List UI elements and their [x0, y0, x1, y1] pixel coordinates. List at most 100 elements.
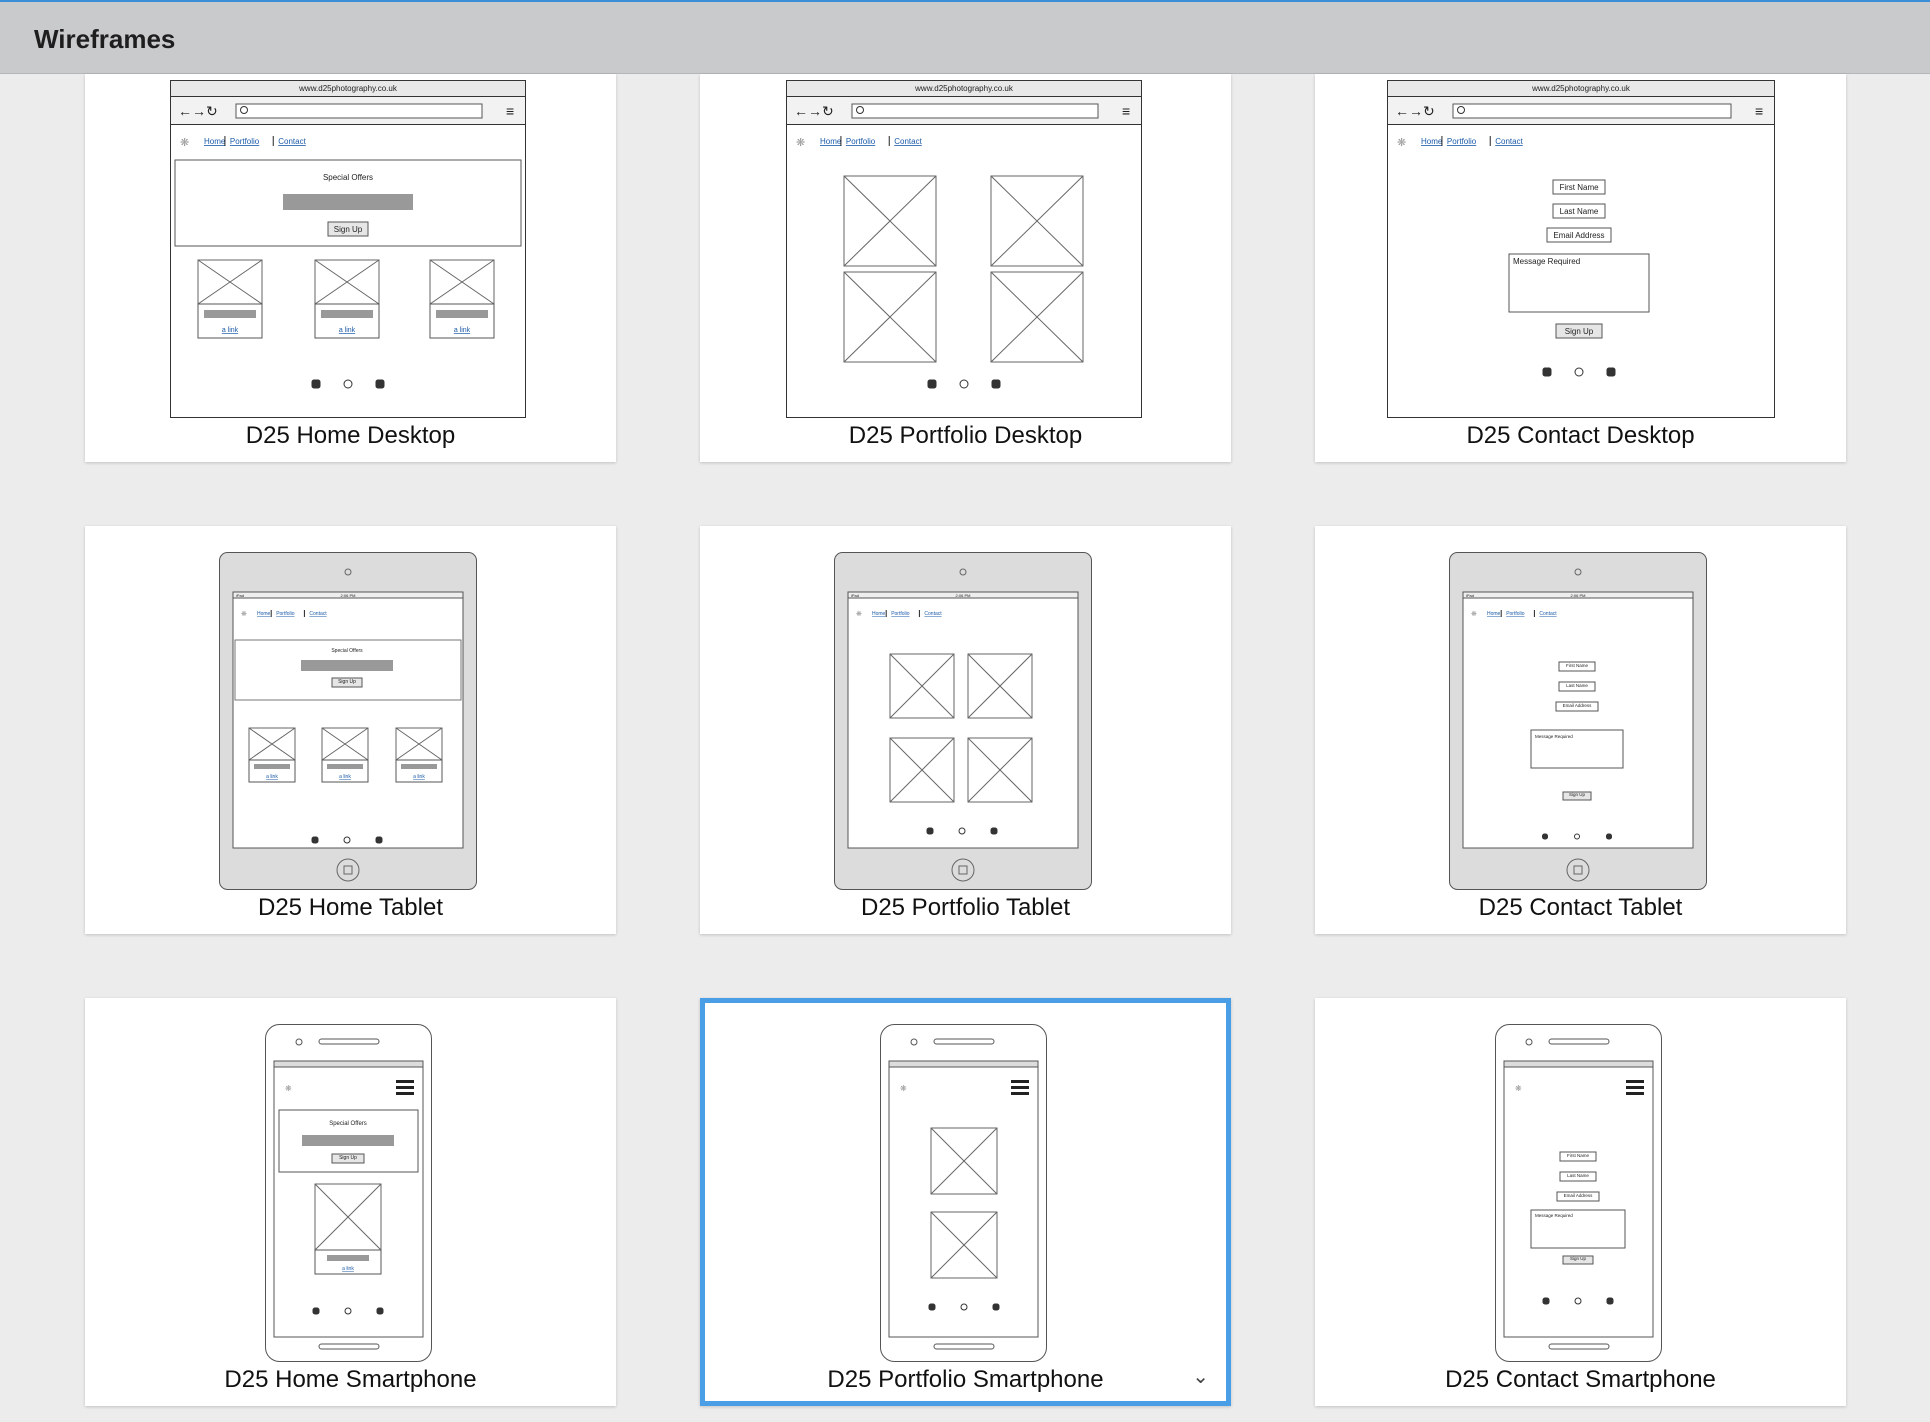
wireframe-card-portfolio-smartphone[interactable]: ❋ D25 Portfolio Smartphone ⌄	[700, 998, 1231, 1406]
svg-text:Contact: Contact	[309, 611, 327, 617]
svg-text:Home: Home	[257, 611, 271, 617]
svg-text:Sign Up: Sign Up	[334, 225, 363, 234]
wireframe-card-label: D25 Home Tablet	[258, 894, 443, 921]
svg-text:www.d25photography.co.uk: www.d25photography.co.uk	[1531, 84, 1631, 93]
wireframe-thumbnail: ❋ First Name Last Name Email Address Messag…	[1495, 1024, 1662, 1362]
svg-text:≡: ≡	[1755, 103, 1763, 119]
svg-text:Sign Up: Sign Up	[338, 679, 356, 685]
wireframe-card-label: D25 Contact Tablet	[1478, 894, 1683, 921]
svg-text:Email Address: Email Address	[1553, 231, 1604, 240]
svg-text:Contact: Contact	[278, 137, 306, 146]
svg-text:Sign Up: Sign Up	[1570, 1256, 1587, 1261]
panel-header: Wireframes	[0, 2, 1930, 74]
svg-text:Portfolio: Portfolio	[276, 611, 295, 617]
svg-text:Contact: Contact	[1495, 137, 1523, 146]
svg-text:←→↻: ←→↻	[178, 103, 218, 119]
wireframe-thumbnail: iPad 2:06 PM ❋ Home Portfolio Contact Spec…	[219, 552, 477, 890]
wireframe-card-label: D25 Home Desktop	[245, 422, 456, 449]
svg-text:Contact: Contact	[1539, 611, 1557, 617]
wireframe-card-home-tablet[interactable]: iPad 2:06 PM ❋ Home Portfolio Contact Spec…	[85, 526, 616, 934]
wireframe-card-label: D25 Portfolio Tablet	[860, 894, 1070, 921]
svg-text:a link: a link	[339, 327, 356, 334]
svg-text:First Name: First Name	[1567, 1153, 1589, 1158]
svg-text:❋: ❋	[856, 610, 862, 618]
wireframe-card-home-smartphone[interactable]: ❋ Special Offers Sign Up a link D25 Home …	[85, 998, 616, 1406]
svg-text:iPad: iPad	[851, 593, 859, 598]
svg-text:❋: ❋	[900, 1084, 907, 1093]
svg-text:Last Name: Last Name	[1567, 1173, 1589, 1178]
svg-text:a link: a link	[413, 774, 425, 780]
svg-text:Last Name: Last Name	[1560, 207, 1599, 216]
svg-text:First Name: First Name	[1566, 663, 1588, 668]
svg-text:Message Required: Message Required	[1535, 1213, 1573, 1218]
wireframe-card-contact-smartphone[interactable]: ❋ First Name Last Name Email Address Messag…	[1315, 998, 1846, 1406]
svg-text:Message Required: Message Required	[1513, 257, 1580, 266]
svg-text:Home: Home	[820, 137, 842, 146]
wireframe-card-label: D25 Contact Smartphone	[1445, 1366, 1716, 1393]
wireframe-card-label: D25 Portfolio Smartphone	[827, 1366, 1104, 1393]
svg-text:Home: Home	[872, 611, 886, 617]
svg-text:Portfolio: Portfolio	[1506, 611, 1525, 617]
svg-text:a link: a link	[266, 774, 278, 780]
svg-text:www.d25photography.co.uk: www.d25photography.co.uk	[298, 84, 398, 93]
wireframe-thumbnail: iPad 2:06 PM ❋ Home Portfolio Contact	[834, 552, 1092, 890]
wireframe-card-home-desktop[interactable]: www.d25photography.co.uk ←→↻ ≡ ❋ Home Por…	[85, 74, 616, 462]
wireframe-card-portfolio-desktop[interactable]: www.d25photography.co.uk ←→↻ ≡ ❋ Home Por…	[700, 74, 1231, 462]
svg-text:Sign Up: Sign Up	[1569, 792, 1586, 797]
svg-text:Portfolio: Portfolio	[230, 137, 260, 146]
svg-text:Contact: Contact	[924, 611, 942, 617]
svg-text:2:06 PM: 2:06 PM	[1571, 593, 1586, 598]
svg-text:Email Address: Email Address	[1564, 1193, 1594, 1198]
svg-text:❋: ❋	[1397, 137, 1406, 149]
svg-text:❋: ❋	[1515, 1084, 1522, 1093]
svg-text:a link: a link	[222, 327, 239, 334]
svg-text:❋: ❋	[241, 610, 247, 618]
svg-text:≡: ≡	[1122, 103, 1130, 119]
svg-text:Portfolio: Portfolio	[891, 611, 910, 617]
wireframe-card-contact-tablet[interactable]: iPad 2:06 PM ❋ Home Portfolio Contact Firs…	[1315, 526, 1846, 934]
svg-text:Email Address: Email Address	[1563, 703, 1593, 708]
svg-text:Message Required: Message Required	[1535, 734, 1573, 739]
svg-text:a link: a link	[339, 774, 351, 780]
svg-text:a link: a link	[342, 1266, 354, 1272]
wireframe-thumbnail: www.d25photography.co.uk ←→↻ ≡ ❋ Home Por…	[170, 80, 526, 418]
svg-text:iPad: iPad	[236, 593, 244, 598]
svg-text:Contact: Contact	[894, 137, 922, 146]
svg-text:Special Offers: Special Offers	[323, 173, 373, 182]
wireframe-thumbnail: iPad 2:06 PM ❋ Home Portfolio Contact Firs…	[1449, 552, 1707, 890]
svg-text:Portfolio: Portfolio	[846, 137, 876, 146]
svg-text:Home: Home	[1487, 611, 1501, 617]
svg-text:≡: ≡	[506, 103, 514, 119]
svg-text:←→↻: ←→↻	[1395, 103, 1435, 119]
svg-text:2:06 PM: 2:06 PM	[341, 593, 356, 598]
svg-text:❋: ❋	[180, 137, 189, 149]
wireframe-thumbnail: ❋	[880, 1024, 1047, 1362]
svg-text:←→↻: ←→↻	[794, 103, 834, 119]
svg-text:Home: Home	[1421, 137, 1443, 146]
wireframe-thumbnail: www.d25photography.co.uk ←→↻ ≡ ❋ Home Por…	[1387, 80, 1775, 418]
svg-text:Home: Home	[204, 137, 226, 146]
wireframe-thumbnail: ❋ Special Offers Sign Up a link	[265, 1024, 432, 1362]
wireframe-card-label: D25 Contact Desktop	[1466, 422, 1695, 449]
svg-text:First Name: First Name	[1559, 183, 1599, 192]
svg-text:a link: a link	[454, 327, 471, 334]
svg-text:Special Offers: Special Offers	[331, 648, 363, 654]
svg-text:Last Name: Last Name	[1566, 683, 1588, 688]
wireframe-card-label: D25 Portfolio Desktop	[848, 422, 1083, 449]
svg-text:Special Offers: Special Offers	[329, 1121, 367, 1127]
wireframe-thumbnail: www.d25photography.co.uk ←→↻ ≡ ❋ Home Por…	[786, 80, 1142, 418]
svg-text:❋: ❋	[1471, 610, 1477, 618]
svg-text:2:06 PM: 2:06 PM	[956, 593, 971, 598]
svg-text:iPad: iPad	[1466, 593, 1474, 598]
svg-text:www.d25photography.co.uk: www.d25photography.co.uk	[914, 84, 1014, 93]
svg-text:❋: ❋	[796, 137, 805, 149]
chevron-down-icon[interactable]: ⌄	[1192, 1364, 1209, 1389]
svg-text:Portfolio: Portfolio	[1447, 137, 1477, 146]
wireframe-card-portfolio-tablet[interactable]: iPad 2:06 PM ❋ Home Portfolio Contact D25 …	[700, 526, 1231, 934]
wireframe-card-contact-desktop[interactable]: www.d25photography.co.uk ←→↻ ≡ ❋ Home Por…	[1315, 74, 1846, 462]
svg-text:Sign Up: Sign Up	[339, 1155, 357, 1161]
wireframe-card-label: D25 Home Smartphone	[224, 1366, 477, 1393]
svg-text:❋: ❋	[285, 1084, 292, 1093]
svg-text:Sign Up: Sign Up	[1565, 327, 1594, 336]
panel-title: Wireframes	[34, 24, 176, 54]
